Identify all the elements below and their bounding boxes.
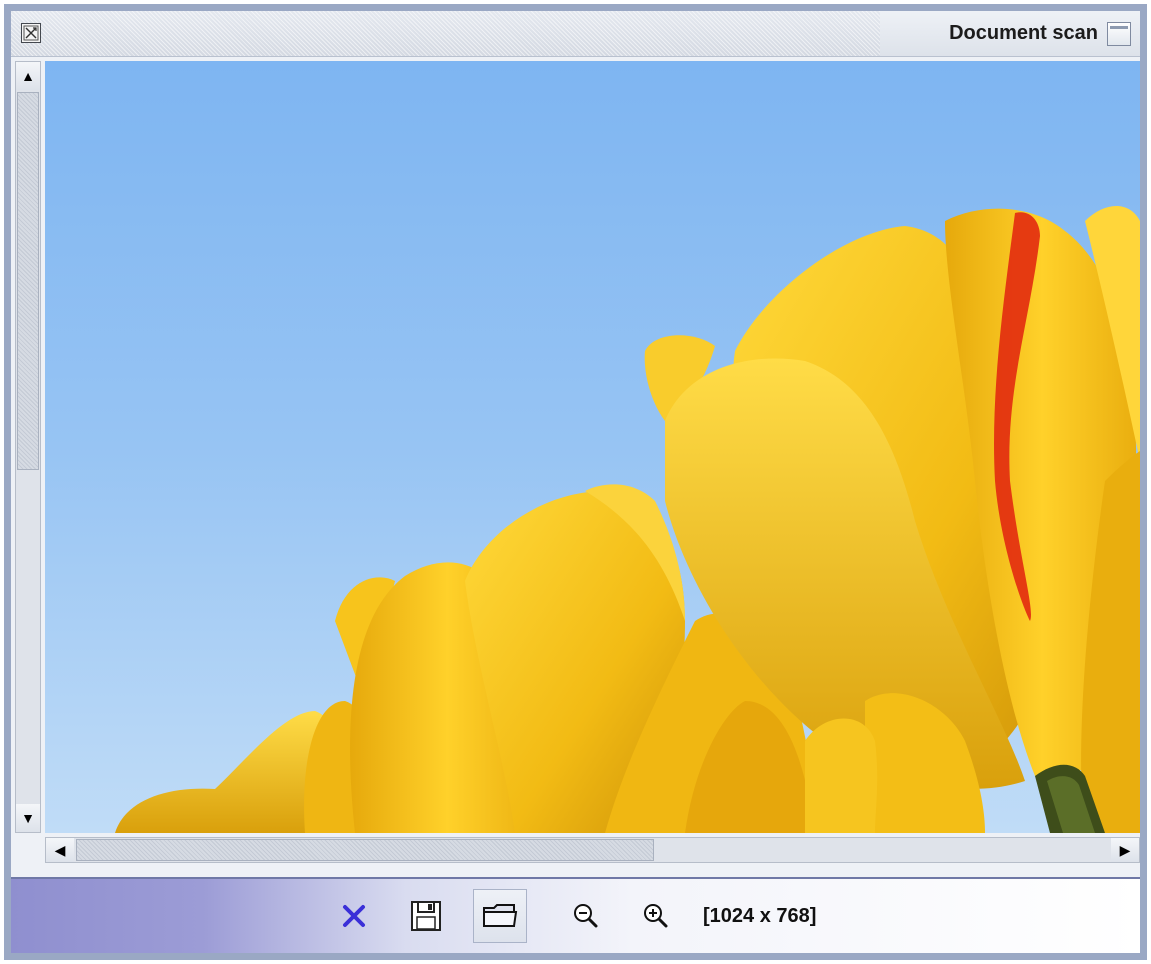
- triangle-left-icon: ◀: [54, 841, 66, 858]
- horizontal-scrollbar[interactable]: ◀ ▶: [45, 837, 1140, 863]
- save-button[interactable]: [399, 889, 453, 943]
- window-body: Document scan ▲ ▼ ◀ ▶ [1024 x 768]: [11, 11, 1140, 953]
- scroll-right-button[interactable]: ▶: [1111, 838, 1139, 862]
- zoom-in-icon: [644, 904, 668, 928]
- image-viewport[interactable]: [45, 61, 1140, 833]
- title-bar[interactable]: Document scan: [11, 11, 1140, 57]
- image-size-label: [1024 x 768]: [703, 905, 817, 927]
- maximize-window-icon[interactable]: [1107, 22, 1131, 46]
- vertical-scrollbar[interactable]: ▲ ▼: [15, 61, 41, 833]
- zoom-out-icon: [574, 904, 598, 928]
- window-title: Document scan: [949, 22, 1098, 44]
- title-area: Document scan: [880, 11, 1140, 56]
- close-box-icon[interactable]: [21, 23, 41, 43]
- folder-icon: [483, 904, 518, 927]
- triangle-up-icon: ▲: [21, 68, 35, 84]
- close-image-button[interactable]: [327, 889, 381, 943]
- scroll-left-button[interactable]: ◀: [46, 838, 74, 862]
- window-frame: Document scan ▲ ▼ ◀ ▶ [1024 x 768]: [4, 4, 1147, 960]
- open-button[interactable]: [473, 889, 527, 943]
- triangle-down-icon: ▼: [21, 810, 35, 826]
- triangle-right-icon: ▶: [1119, 841, 1131, 858]
- tulips-photo: [115, 206, 1140, 833]
- floppy-disk-icon: [411, 901, 441, 931]
- vertical-scroll-thumb[interactable]: [17, 92, 39, 470]
- scroll-up-button[interactable]: ▲: [16, 62, 40, 90]
- toolbar: [1024 x 768]: [11, 877, 1140, 953]
- zoom-in-button[interactable]: [629, 889, 683, 943]
- horizontal-scroll-thumb[interactable]: [76, 839, 654, 861]
- x-icon: [343, 905, 365, 927]
- zoom-out-button[interactable]: [559, 889, 613, 943]
- scroll-down-button[interactable]: ▼: [16, 804, 40, 832]
